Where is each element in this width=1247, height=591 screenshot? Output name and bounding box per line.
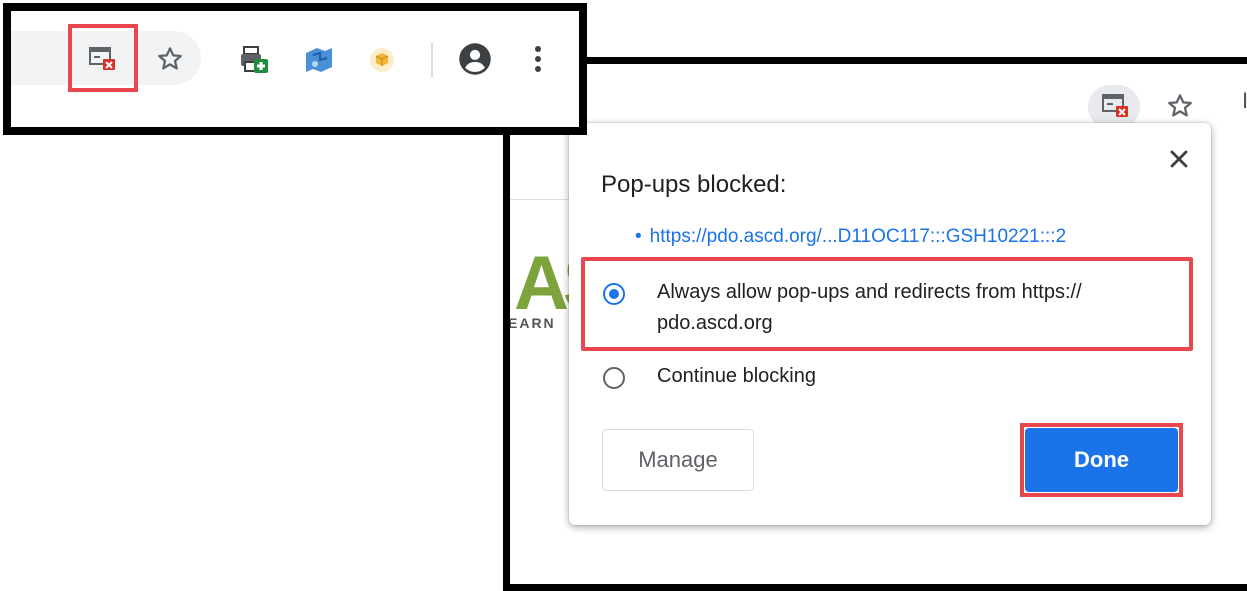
close-icon[interactable] [1167,147,1191,171]
allow-option-label: Always allow pop-ups and redirects from … [657,281,1082,334]
logo-word: EARN [510,315,556,329]
cropped-toolbar-glyph: I [1242,88,1247,113]
continue-blocking-option[interactable]: Continue blocking [603,365,816,392]
popup-blocked-highlight [68,24,138,92]
allow-radio[interactable] [603,283,625,305]
block-option-label: Continue blocking [657,365,816,387]
done-button[interactable]: Done [1025,428,1178,492]
blocked-url-item[interactable]: • https://pdo.ascd.org/...D11OC117:::GSH1… [635,226,1066,248]
profile-avatar-icon[interactable] [457,41,493,77]
extension-add-icon[interactable] [239,45,269,75]
blocked-url-link[interactable]: https://pdo.ascd.org/...D11OC117:::GSH10… [650,226,1066,247]
extension-puzzle-icon[interactable] [303,45,335,75]
bookmark-star-icon[interactable] [155,44,185,74]
more-menu-icon[interactable] [533,44,543,74]
allow-popups-option[interactable]: Always allow pop-ups and redirects from … [603,281,1143,339]
popup-blocked-icon[interactable] [1102,94,1130,118]
dialog-title: Pop-ups blocked: [601,171,787,198]
manage-button[interactable]: Manage [602,429,754,491]
block-radio[interactable] [603,367,625,389]
toolbar-divider [431,43,433,77]
bookmark-star-icon[interactable] [1165,91,1195,121]
inset-toolbar-zoom [3,3,587,135]
bullet-dot: • [635,226,642,247]
extension-cube-icon[interactable] [369,47,395,73]
popups-blocked-dialog: Pop-ups blocked: • https://pdo.ascd.org/.… [569,123,1211,525]
